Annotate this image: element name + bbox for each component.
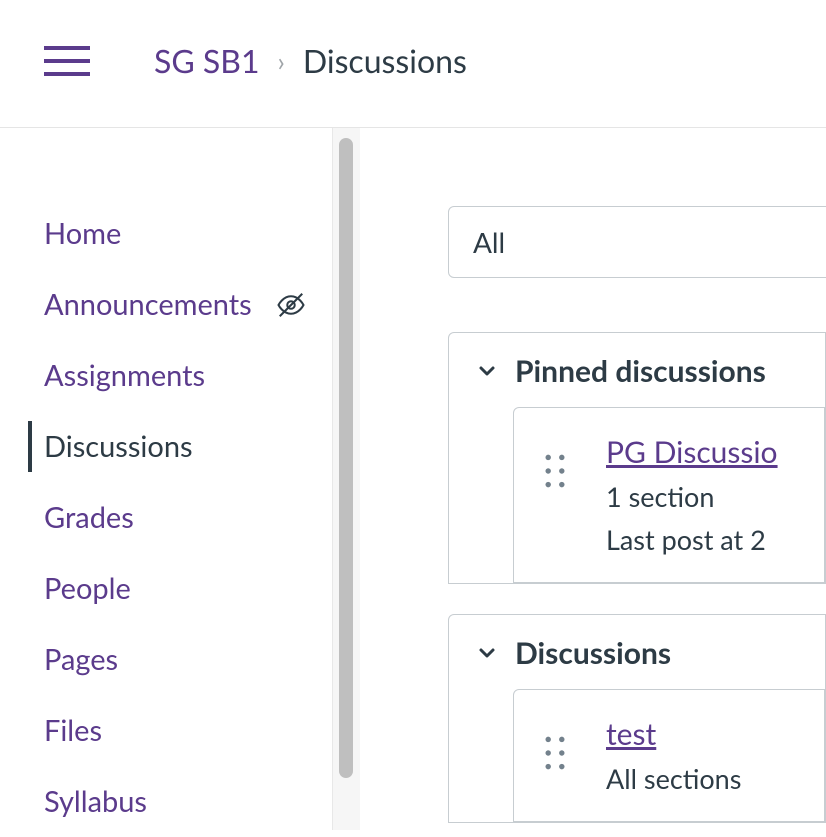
sidebar-item-label: Discussions [44,429,193,464]
hamburger-menu-icon[interactable] [44,46,90,76]
sidebar-item-label: Assignments [44,358,205,393]
card-body: PG Discussio 1 section Last post at 2 [606,434,778,556]
sidebar-item-assignments[interactable]: Assignments [0,340,340,411]
discussion-section-text: All sections [606,762,741,795]
top-bar: SG SB1 › Discussions [0,0,826,128]
sidebar-item-grades[interactable]: Grades [0,482,340,553]
discussion-last-post: Last post at 2 [606,523,778,556]
discussion-title-link[interactable]: test [606,716,741,752]
chevron-down-icon [475,641,499,665]
hidden-eye-icon [276,290,306,320]
drag-handle-icon[interactable] [544,716,566,774]
filter-selected-label: All [473,225,505,259]
breadcrumb-current: Discussions [303,41,467,80]
scrollbar-thumb[interactable] [339,138,353,778]
section-header[interactable]: Pinned discussions [449,333,825,407]
discussion-section-text: 1 section [606,480,778,513]
sidebar-item-label: Home [44,216,121,251]
course-sidebar: Home Announcements Assignments Discussio… [0,128,340,830]
discussions-section: Discussions test All sections [448,614,826,823]
sidebar-item-syllabus[interactable]: Syllabus [0,766,340,837]
sidebar-item-label: Files [44,713,102,748]
sidebar-item-label: Syllabus [44,784,147,819]
sidebar-item-files[interactable]: Files [0,695,340,766]
sidebar-item-people[interactable]: People [0,553,340,624]
discussion-card[interactable]: PG Discussio 1 section Last post at 2 [513,407,825,583]
main-content: All Pinned discussions PG [340,128,826,830]
breadcrumb-course-link[interactable]: SG SB1 [154,41,260,80]
discussion-title-link[interactable]: PG Discussio [606,434,778,470]
section-header[interactable]: Discussions [449,615,825,689]
chevron-down-icon [475,359,499,383]
discussion-card[interactable]: test All sections [513,689,825,822]
pinned-discussions-section: Pinned discussions PG Discussio 1 sectio… [448,332,826,584]
drag-handle-icon[interactable] [544,434,566,492]
sidebar-item-label: Announcements [44,287,252,322]
card-body: test All sections [606,716,741,795]
filter-row: All [448,206,826,278]
breadcrumb-separator-icon: › [278,45,285,77]
filter-dropdown[interactable]: All [448,206,826,278]
sidebar-item-discussions[interactable]: Discussions [0,411,340,482]
sidebar-item-label: Grades [44,500,134,535]
sidebar-item-announcements[interactable]: Announcements [0,269,340,340]
section-title: Pinned discussions [515,353,766,389]
sidebar-item-label: People [44,571,131,606]
sidebar-item-label: Pages [44,642,118,677]
sidebar-item-home[interactable]: Home [0,198,340,269]
section-title: Discussions [515,635,671,671]
breadcrumb: SG SB1 › Discussions [154,41,467,80]
sidebar-item-pages[interactable]: Pages [0,624,340,695]
